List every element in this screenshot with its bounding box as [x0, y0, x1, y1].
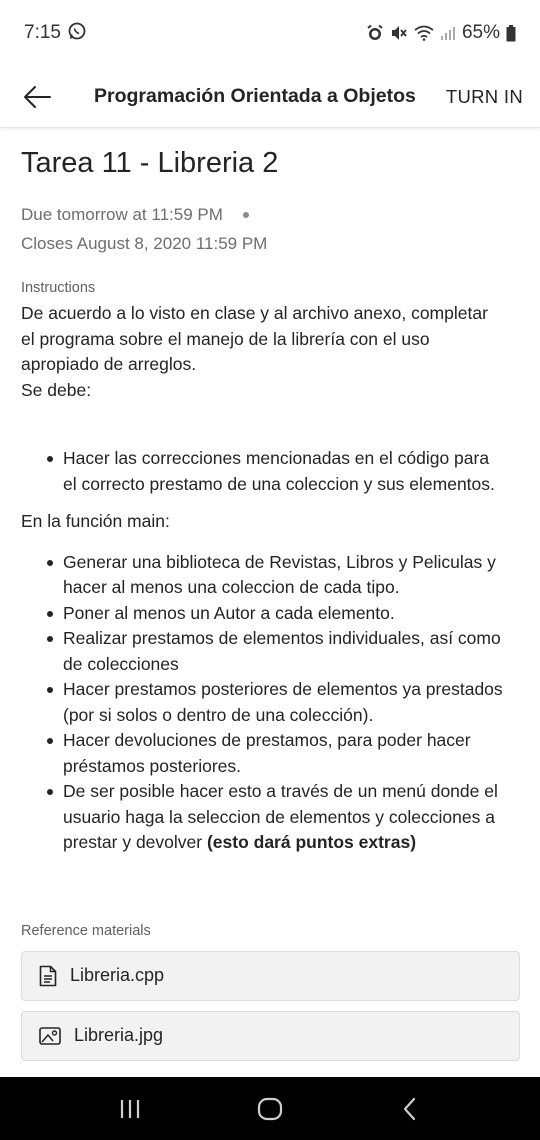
- list-item: Realizar prestamos de elementos individu…: [47, 626, 521, 677]
- assignment-title: Tarea 11 - Libreria 2: [21, 147, 279, 179]
- text-line: apropiado de arreglos.: [21, 354, 197, 374]
- bullet-list-2: Generar una biblioteca de Revistas, Libr…: [21, 550, 521, 856]
- text-line: préstamos posteriores.: [63, 755, 241, 776]
- text-line: hacer al menos una coleccion de cada tip…: [63, 577, 400, 597]
- document-icon: [39, 965, 57, 986]
- battery-icon: [506, 24, 516, 42]
- list-item: Hacer las correcciones mencionadas en el…: [47, 446, 521, 497]
- class-title: Programación Orientada a Objetos: [94, 85, 416, 107]
- attachment-libreria-cpp[interactable]: Libreria.cpp: [21, 950, 520, 1001]
- instructions-label: Instructions: [21, 280, 96, 296]
- text-line: Realizar prestamos de elementos individu…: [63, 628, 501, 648]
- text-line: el correcto prestamo de una coleccion y …: [63, 473, 495, 494]
- instructions-intro: De acuerdo a lo visto en clase y al arch…: [21, 301, 521, 403]
- attachment-name: Libreria.cpp: [70, 965, 165, 985]
- recent-apps-button[interactable]: [100, 1084, 160, 1134]
- text-line: el programa sobre el manejo de la librer…: [21, 328, 430, 349]
- status-time: 7:15: [24, 22, 61, 43]
- signal-icon: [440, 26, 456, 40]
- navigation-bar: [0, 1077, 540, 1140]
- list-item: De ser posible hacer esto a través de un…: [47, 779, 521, 856]
- text-line: prestar y devolver (esto dará puntos ext…: [63, 830, 521, 856]
- text-line: Se debe:: [21, 379, 92, 400]
- due-date: Due tomorrow at 11:59 PM: [21, 205, 223, 224]
- text-line: Poner al menos un Autor a cada elemento.: [63, 602, 395, 623]
- text-line: usuario haga la seleccion de elementos y…: [63, 806, 495, 827]
- home-button[interactable]: [240, 1084, 300, 1134]
- due-row: Due tomorrow at 11:59 PM: [21, 200, 521, 229]
- text-line: Hacer las correcciones mencionadas en el…: [63, 448, 490, 468]
- attachment-libreria-jpg[interactable]: Libreria.jpg: [21, 1010, 520, 1061]
- image-icon: [39, 1026, 61, 1045]
- status-bar: 7:15 65%: [0, 0, 540, 66]
- text-line: de colecciones: [63, 653, 179, 674]
- home-icon: [257, 1097, 283, 1120]
- list-item: Poner al menos un Autor a cada elemento.: [47, 601, 521, 627]
- text-normal: prestar y devolver: [63, 832, 207, 852]
- list-item: Hacer prestamos posteriores de elementos…: [47, 677, 521, 728]
- app-header: Programación Orientada a Objetos TURN IN: [0, 66, 540, 128]
- text-line: Generar una biblioteca de Revistas, Libr…: [63, 551, 496, 572]
- battery-percent: 65%: [461, 22, 500, 43]
- back-button[interactable]: [0, 66, 74, 128]
- extra-points-note: (esto dará puntos extras): [206, 832, 417, 852]
- assignment-content: Tarea 11 - Libreria 2 Due tomorrow at 11…: [21, 128, 521, 1061]
- text-line: Hacer prestamos posteriores de elementos…: [63, 679, 503, 699]
- text-line: Hacer devoluciones de prestamos, para po…: [63, 730, 471, 750]
- back-nav-button[interactable]: [380, 1084, 440, 1134]
- list-item: Generar una biblioteca de Revistas, Libr…: [47, 550, 521, 601]
- whatsapp-icon: [67, 21, 87, 46]
- alarm-icon: [366, 24, 384, 42]
- wifi-icon: [414, 25, 434, 41]
- text-line: (por si solos o dentro de una colección)…: [63, 704, 374, 725]
- reference-materials-label: Reference materials: [21, 922, 151, 939]
- attachment-name: Libreria.jpg: [74, 1025, 164, 1045]
- text-line: De ser posible hacer esto a través de un…: [63, 781, 498, 801]
- separator-dot: [242, 211, 249, 218]
- turn-in-button[interactable]: TURN IN: [446, 86, 523, 108]
- main-function-label: En la función main:: [21, 511, 170, 531]
- arrow-left-icon: [24, 85, 51, 108]
- status-right: 65%: [366, 22, 516, 44]
- bullet-list-1: Hacer las correcciones mencionadas en el…: [21, 446, 521, 497]
- recent-apps-icon: [120, 1099, 140, 1118]
- list-item: Hacer devoluciones de prestamos, para po…: [47, 728, 521, 779]
- text-line: De acuerdo a lo visto en clase y al arch…: [21, 303, 488, 323]
- back-nav-icon: [403, 1097, 416, 1120]
- status-left: 7:15: [24, 21, 87, 46]
- mute-icon: [390, 24, 408, 42]
- close-date: Closes August 8, 2020 11:59 PM: [21, 234, 268, 253]
